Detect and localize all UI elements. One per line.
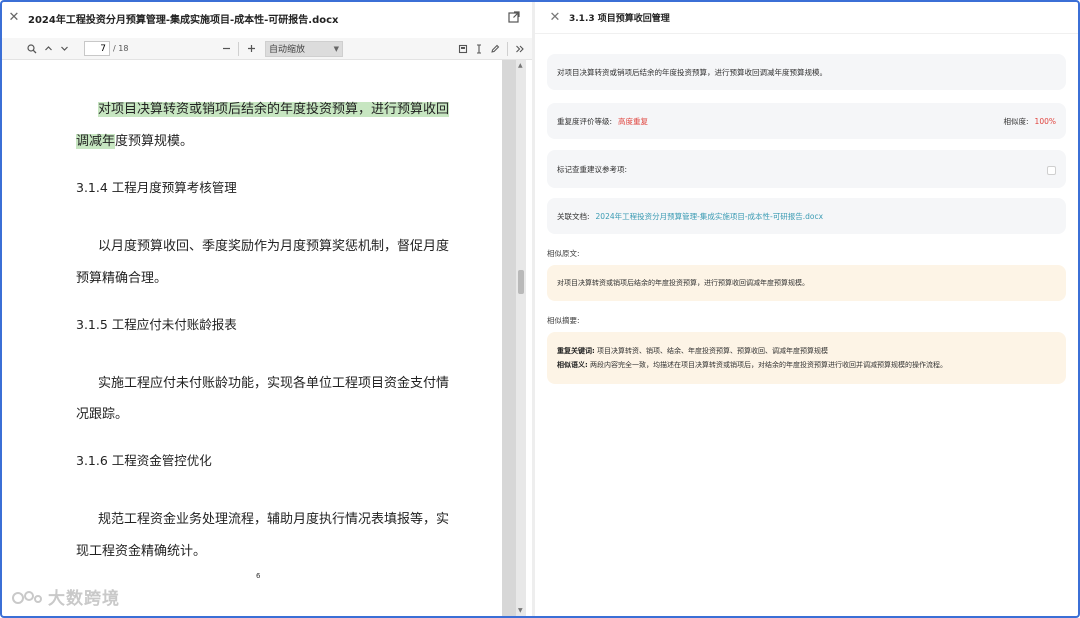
paragraph-line: 预算精确合理。 [76,271,168,286]
pdf-page: 对项目决算转资或销项后结余的年度投资预算，进行预算收回 调减年度预算规模。 3.… [2,60,516,616]
document-header: ✕ 2024年工程投资分月预算管理-集成实施项目-成本性-可研报告.docx [2,2,532,34]
source-text-card: 对项目决算转资或销项后结余的年度投资预算，进行预算收回调减年度预算规模。 [547,54,1066,90]
watermark: 大数跨境 [10,584,120,609]
zoom-in-icon[interactable] [243,41,259,57]
reference-mark-card: 标记查重建议参考项: [547,150,1066,188]
page-number-input[interactable] [84,41,110,56]
similar-summary-label: 相似摘要: [547,316,580,325]
section-header: ✕ 3.1.3 项目预算收回管理 [535,2,1078,34]
repeat-keywords-label: 重复关键词: [557,347,595,355]
paragraph-line: 规范工程资金业务处理流程，辅助月度执行情况表填报等，实 [98,512,450,527]
reference-mark-label: 标记查重建议参考项: [557,164,628,174]
pdf-scrollbar[interactable]: ▲ ▼ [516,60,526,616]
close-icon[interactable]: ✕ [6,10,22,26]
next-page-icon[interactable] [56,41,72,57]
similarity-value: 100% [1034,116,1056,126]
print-icon[interactable] [455,41,471,57]
paragraph-line: 况跟踪。 [76,407,129,422]
zoom-select[interactable]: 自动缩放 ▼ [265,40,344,57]
pen-icon[interactable] [487,41,503,57]
related-document-label: 关联文档: [557,211,590,221]
text-cursor-icon[interactable] [471,41,487,57]
duplicate-check-pane: ✕ 3.1.3 项目预算收回管理 对项目决算转资或销项后结余的年度投资预算，进行… [535,2,1078,616]
repeat-keywords-value: 项目决算转资、销项、结余、年度投资预算、预算收回、调减年度预算规模 [597,347,829,355]
zoom-select-value: 自动缩放 [269,45,306,55]
reference-mark-checkbox[interactable] [1047,166,1056,175]
section-heading: 3.1.6 工程资金管控优化 [76,453,212,468]
close-icon[interactable]: ✕ [547,10,563,26]
toolbar-divider [507,41,508,56]
paragraph-line: 调减年度预算规模。 [76,134,194,149]
duplicate-level-label: 重复度评价等级: [557,116,613,126]
source-text: 对项目决算转资或销项后结余的年度投资预算，进行预算收回调减年度预算规模。 [557,67,827,77]
similar-text-label: 相似原文: [547,249,580,258]
scroll-up-icon[interactable]: ▲ [518,62,523,69]
zoom-out-icon[interactable] [218,41,234,57]
section-title: 3.1.3 项目预算收回管理 [569,14,670,24]
related-document-card: 关联文档: 2024年工程投资分月预算管理-集成实施项目-成本性-可研报告.do… [547,198,1066,234]
toolbar-divider [238,41,240,56]
similar-semantics-value: 两段内容完全一致，均描述在项目决算转资或销项后，对结余的年度投资预算进行收回并调… [590,361,948,369]
duplicate-level-card: 重复度评价等级: 高度重复 相似度: 100% [547,103,1066,139]
paragraph-line: 以月度预算收回、季度奖励作为月度预算奖惩机制，督促月度 [98,239,450,254]
scroll-down-icon[interactable]: ▼ [518,607,523,614]
watermark-logo-icon [12,590,42,604]
pdf-toolbar: / 18 自动缩放 ▼ [2,38,532,60]
paragraph-line: 实施工程应付未付账龄功能，实现各单位工程项目资金支付情 [98,376,450,391]
previous-page-icon[interactable] [40,41,56,57]
paragraph-line: 现工程资金精确统计。 [76,544,207,559]
document-preview-pane: ✕ 2024年工程投资分月预算管理-集成实施项目-成本性-可研报告.docx /… [2,2,532,616]
page-total: / 18 [113,44,129,53]
related-document-link[interactable]: 2024年工程投资分月预算管理-集成实施项目-成本性-可研报告.docx [596,211,824,222]
chevron-down-icon: ▼ [333,44,340,53]
similar-text: 对项目决算转资或销项后结余的年度投资预算，进行预算收回调减年度预算规模。 [557,279,809,287]
pdf-gutter [502,60,516,616]
similar-semantics-label: 相似语义: [557,361,588,369]
similar-text-card: 对项目决算转资或销项后结余的年度投资预算，进行预算收回调减年度预算规模。 [547,265,1066,301]
similar-summary-card: 重复关键词: 项目决算转资、销项、结余、年度投资预算、预算收回、调减年度预算规模… [547,332,1066,384]
open-external-icon[interactable] [508,11,520,23]
similarity-label: 相似度: [1003,116,1029,126]
more-tools-icon[interactable] [512,41,528,57]
scrollbar-thumb[interactable] [518,270,524,294]
search-icon[interactable] [24,41,40,57]
section-heading: 3.1.4 工程月度预算考核管理 [76,180,237,195]
document-title: 2024年工程投资分月预算管理-集成实施项目-成本性-可研报告.docx [28,14,339,26]
page-number-footer: 6 [256,572,261,580]
watermark-text: 大数跨境 [48,589,120,609]
section-heading: 3.1.5 工程应付未付账龄报表 [76,317,237,332]
paragraph-line: 对项目决算转资或销项后结余的年度投资预算，进行预算收回 [98,102,450,117]
duplicate-level-value: 高度重复 [618,116,649,126]
